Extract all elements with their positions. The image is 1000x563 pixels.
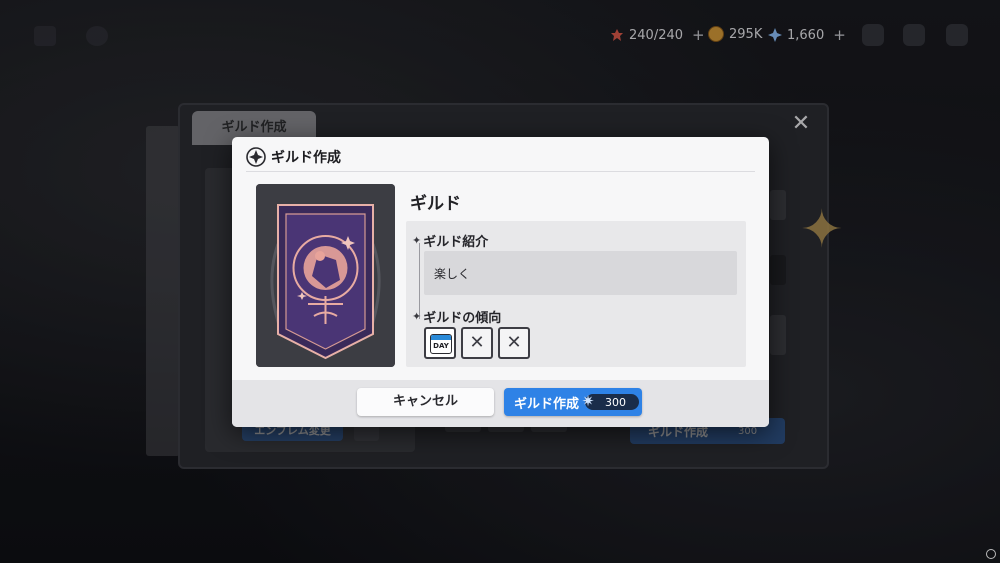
intro-label: ギルド紹介 [423,235,489,250]
tendency-slot-day[interactable]: DAY [424,327,456,359]
create-guild-label: ギルド作成 [514,396,580,412]
tendency-slot-empty[interactable]: ✕ [498,327,530,359]
diamond-bullet-icon: ✦ [412,310,422,323]
guild-emblem [256,184,395,367]
intro-section-label: ✦ ギルド紹介 [412,231,488,250]
cost-value: 300 [605,395,627,409]
tendency-label: ギルドの傾向 [423,311,502,326]
guild-create-dialog: ギルド作成 ギルド ✦ ギルド紹介 楽しく ✦ ギルドの傾向 DAY ✕ ✕ キ… [232,137,769,427]
dialog-title: ギルド作成 [271,150,341,166]
guild-intro-field[interactable]: 楽しく [424,251,737,295]
dialog-button-bar: キャンセル ギルド作成 ✷ 300 [232,380,769,427]
guild-intro-text: 楽しく [434,267,471,281]
guild-info-panel: ✦ ギルド紹介 楽しく ✦ ギルドの傾向 DAY ✕ ✕ [406,221,746,367]
guild-name: ギルド [410,194,461,214]
cancel-button[interactable]: キャンセル [357,388,494,416]
tendency-section-label: ✦ ギルドの傾向 [412,307,501,326]
corner-indicator-icon [986,549,996,559]
crystal-icon: ✷ [581,392,595,410]
guild-emblem-icon [246,147,266,167]
cost-badge: ✷ 300 [582,392,640,410]
calendar-day-icon: DAY [430,334,452,354]
guild-emblem-icon [256,184,395,367]
dialog-header: ギルド作成 [246,147,341,167]
header-divider [246,171,755,172]
tendency-slot-empty[interactable]: ✕ [461,327,493,359]
create-guild-button[interactable]: ギルド作成 ✷ 300 [504,388,642,416]
